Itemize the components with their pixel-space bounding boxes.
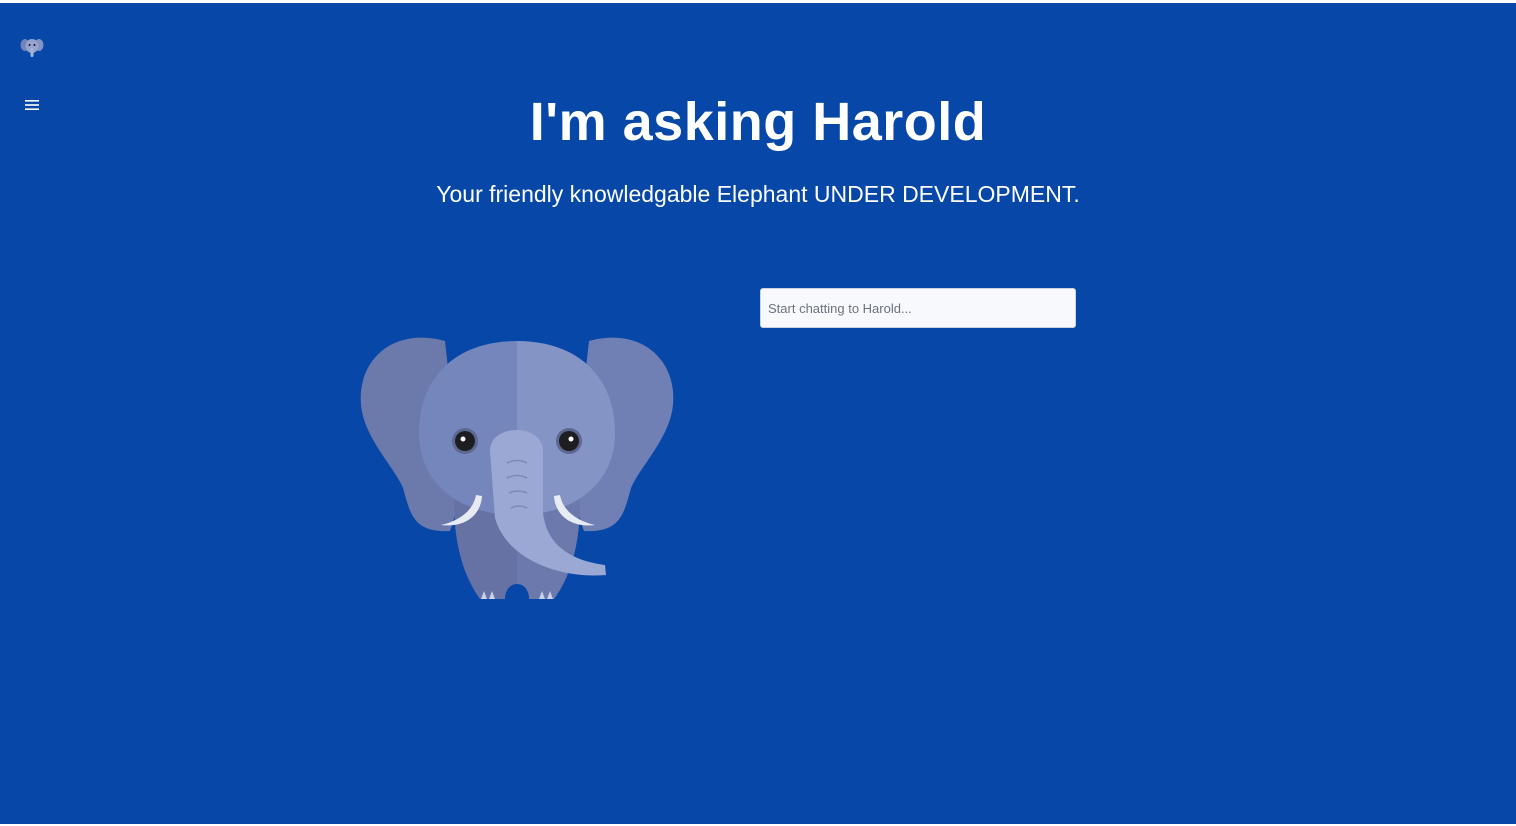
chat-input[interactable] <box>760 288 1076 328</box>
page-title: I'm asking Harold <box>529 92 987 152</box>
main-page: I'm asking Harold Your friendly knowledg… <box>0 3 1516 824</box>
elephant-illustration <box>355 333 679 603</box>
elephant-logo-icon[interactable] <box>20 35 44 59</box>
page-subtitle: Your friendly knowledgable Elephant UNDE… <box>436 181 1080 207</box>
